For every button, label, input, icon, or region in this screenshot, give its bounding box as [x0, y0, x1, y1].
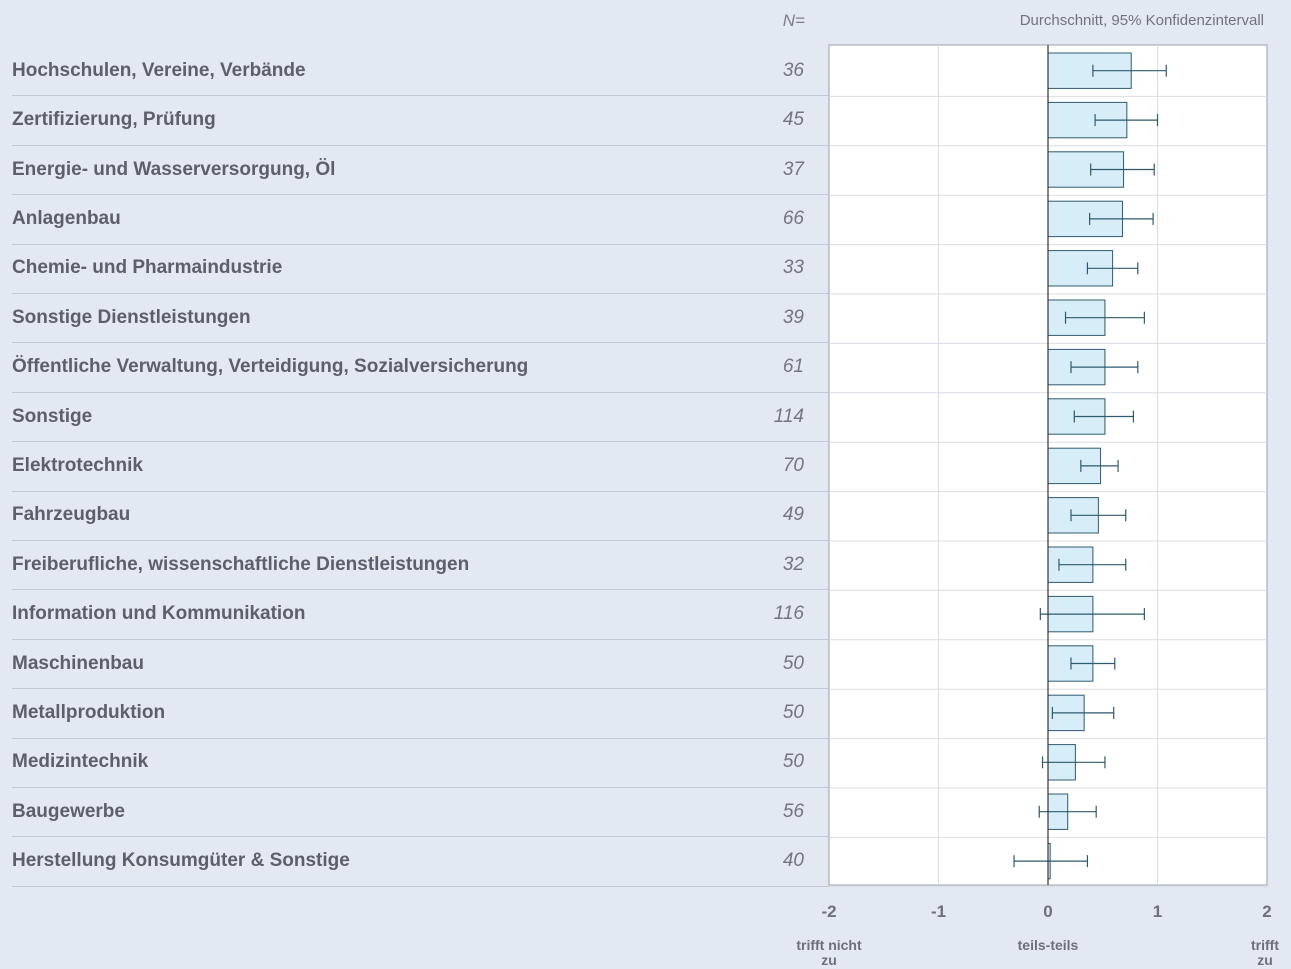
x-tick-label: 0 [1043, 902, 1053, 921]
scale-label: trifft zu [1251, 937, 1279, 968]
scale-label: teils-teils [1017, 937, 1079, 953]
x-tick-label: -2 [821, 902, 837, 921]
x-tick-label: 1 [1152, 902, 1163, 921]
x-tick-label: 2 [1262, 902, 1272, 921]
x-tick-label: -1 [930, 902, 947, 921]
chart-plot [828, 44, 1268, 888]
scale-label: trifft nicht zu [796, 937, 862, 968]
